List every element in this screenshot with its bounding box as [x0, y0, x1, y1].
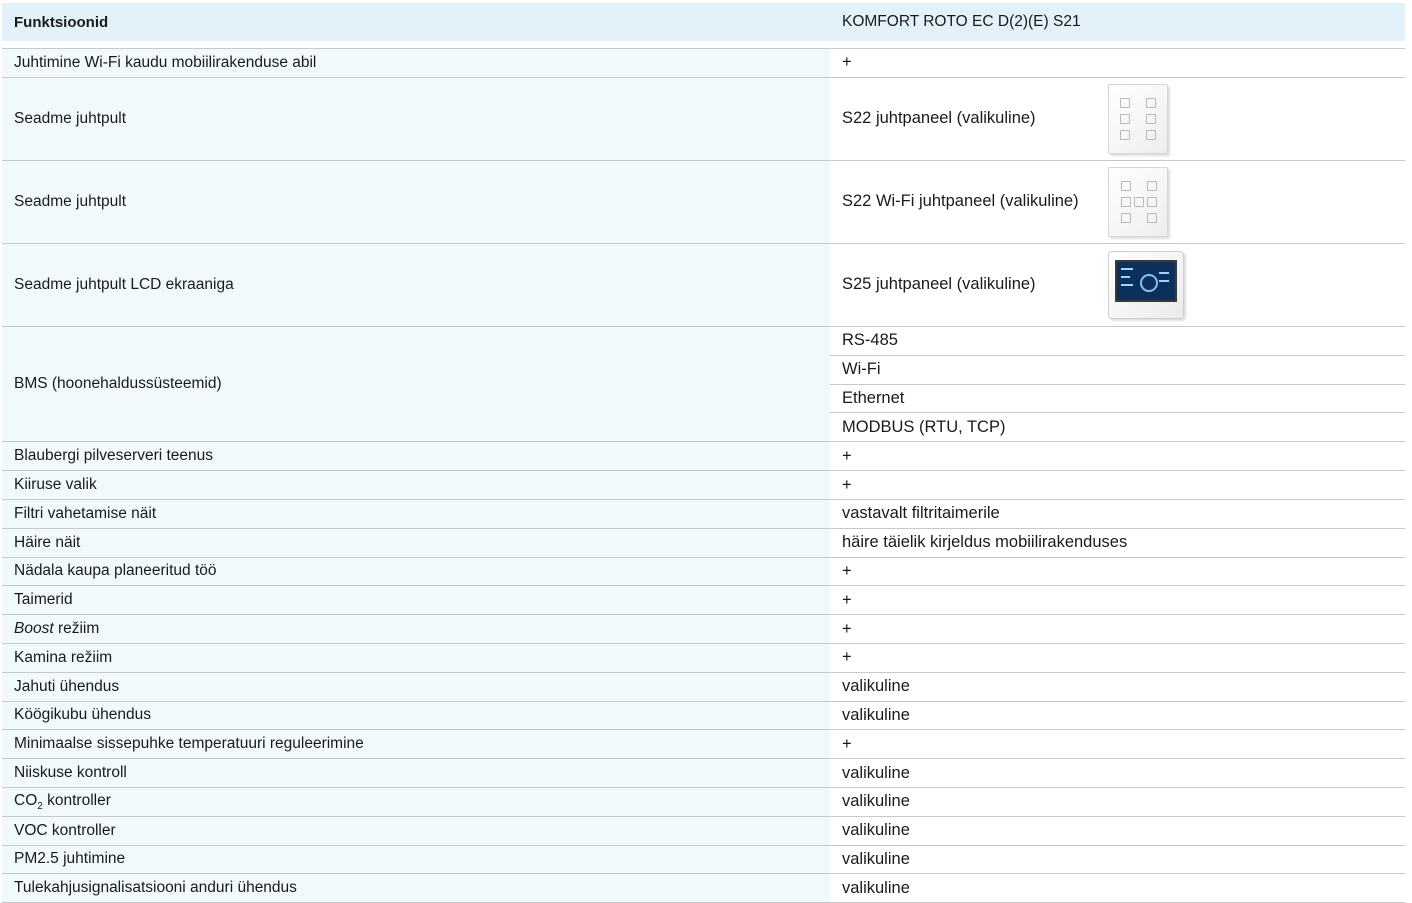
- row-value: +: [830, 441, 1405, 472]
- co2-label-rest: kontroller: [42, 791, 111, 809]
- row-value: valikuline: [830, 845, 1405, 875]
- table-row: Kamina režiim +: [2, 643, 1405, 673]
- row-label: Minimaalse sissepuhke temperatuuri regul…: [2, 729, 830, 760]
- row-label: CO2 kontroller: [2, 787, 830, 817]
- row-value: +: [830, 557, 1405, 587]
- table-row: Blaubergi pilveserveri teenus +: [2, 441, 1405, 472]
- table-row: Niiskuse kontroll valikuline: [2, 758, 1405, 788]
- row-value: +: [830, 614, 1405, 644]
- table-row: VOC kontroller valikuline: [2, 816, 1405, 846]
- row-label: VOC kontroller: [2, 816, 830, 846]
- row-label: Seadme juhtpult LCD ekraaniga: [2, 243, 830, 327]
- table-row: Filtri vahetamise näit vastavalt filtrit…: [2, 499, 1405, 529]
- table-row: Kiiruse valik +: [2, 470, 1405, 500]
- table-row-panel: Seadme juhtpult S22 juhtpaneel (valikuli…: [2, 77, 1405, 161]
- row-value: valikuline: [830, 701, 1405, 731]
- row-label: Tulekahjusignalisatsiooni anduri ühendus: [2, 873, 830, 903]
- row-label: Taimerid: [2, 585, 830, 616]
- table-row: Köögikubu ühendus valikuline: [2, 701, 1405, 731]
- table-header: Funktsioonid KOMFORT ROTO EC D(2)(E) S21: [2, 3, 1405, 41]
- row-label: Nädala kaupa planeeritud töö: [2, 557, 830, 587]
- bms-option: MODBUS (RTU, TCP): [830, 412, 1405, 443]
- row-label: Boost režiim: [2, 614, 830, 644]
- row-value: häire täielik kirjeldus mobiilirakenduse…: [830, 528, 1405, 558]
- row-value: +: [830, 48, 1405, 78]
- row-value: +: [830, 470, 1405, 500]
- table-row-panel: Seadme juhtpult S22 Wi-Fi juhtpaneel (va…: [2, 160, 1405, 244]
- row-label: Häire näit: [2, 528, 830, 558]
- row-label: Juhtimine Wi-Fi kaudu mobiilirakenduse a…: [2, 48, 830, 78]
- boost-label-rest: režiim: [53, 620, 100, 638]
- row-value: vastavalt filtritaimerile: [830, 499, 1405, 529]
- co2-label-pre: CO: [14, 791, 38, 809]
- table-row: Boost režiim +: [2, 614, 1405, 644]
- row-value: valikuline: [830, 873, 1405, 903]
- s22-wifi-panel-icon: [1108, 166, 1168, 237]
- s22-panel-icon: [1108, 83, 1168, 154]
- row-value: valikuline: [830, 758, 1405, 788]
- bms-option: Wi-Fi: [830, 355, 1405, 385]
- row-label: Seadme juhtpult: [2, 160, 830, 244]
- row-label: Niiskuse kontroll: [2, 758, 830, 788]
- row-label: Jahuti ühendus: [2, 672, 830, 702]
- table-row: Minimaalse sissepuhke temperatuuri regul…: [2, 729, 1405, 760]
- boost-label-italic: Boost: [14, 620, 54, 638]
- row-value: +: [830, 729, 1405, 760]
- table-row: Taimerid +: [2, 585, 1405, 616]
- row-label: BMS (hoonehaldussüsteemid): [2, 326, 830, 443]
- row-label: Kamina režiim: [2, 643, 830, 673]
- row-label: Kiiruse valik: [2, 470, 830, 500]
- header-model: KOMFORT ROTO EC D(2)(E) S21: [830, 3, 1405, 41]
- row-label: Blaubergi pilveserveri teenus: [2, 441, 830, 472]
- table-row: Jahuti ühendus valikuline: [2, 672, 1405, 702]
- header-spacer: [2, 41, 1405, 49]
- table-row: Tulekahjusignalisatsiooni anduri ühendus…: [2, 873, 1405, 903]
- row-label: Köögikubu ühendus: [2, 701, 830, 731]
- row-value: S22 Wi-Fi juhtpaneel (valikuline): [842, 192, 1079, 211]
- row-label: Seadme juhtpult: [2, 77, 830, 161]
- s25-lcd-panel-icon: [1108, 250, 1184, 319]
- row-label: Filtri vahetamise näit: [2, 499, 830, 529]
- table-row: CO2 kontroller valikuline: [2, 787, 1405, 817]
- functions-table: Funktsioonid KOMFORT ROTO EC D(2)(E) S21…: [2, 3, 1405, 903]
- row-value: valikuline: [830, 816, 1405, 846]
- table-row: Juhtimine Wi-Fi kaudu mobiilirakenduse a…: [2, 48, 1405, 78]
- row-value: valikuline: [830, 787, 1405, 817]
- table-row-bms: BMS (hoonehaldussüsteemid) RS-485: [2, 326, 1405, 443]
- row-label: PM2.5 juhtimine: [2, 845, 830, 875]
- row-value: valikuline: [830, 672, 1405, 702]
- table-row: Häire näit häire täielik kirjeldus mobii…: [2, 528, 1405, 558]
- table-row: PM2.5 juhtimine valikuline: [2, 845, 1405, 875]
- row-value: S22 juhtpaneel (valikuline): [842, 109, 1036, 128]
- table-row: Nädala kaupa planeeritud töö +: [2, 557, 1405, 587]
- row-value: S25 juhtpaneel (valikuline): [842, 275, 1036, 294]
- header-functions: Funktsioonid: [2, 3, 830, 41]
- bms-option: Ethernet: [830, 384, 1405, 414]
- table-row-panel: Seadme juhtpult LCD ekraaniga S25 juhtpa…: [2, 243, 1405, 327]
- row-value: +: [830, 643, 1405, 673]
- row-value: +: [830, 585, 1405, 616]
- bms-option: RS-485: [830, 326, 1405, 356]
